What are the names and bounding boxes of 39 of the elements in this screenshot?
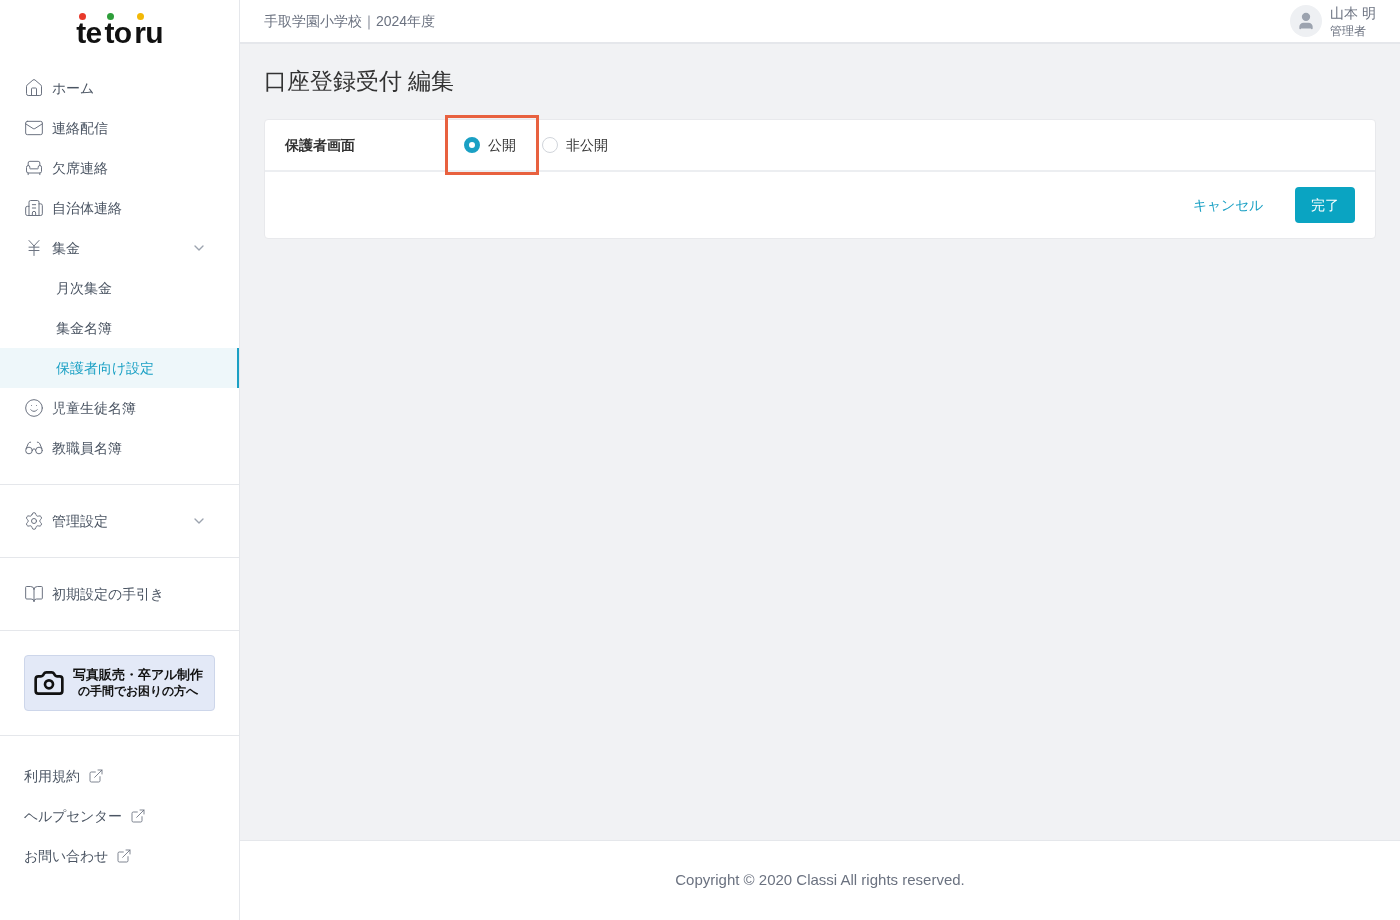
settings-icon <box>24 511 44 531</box>
banner-subtitle: の手間でお困りの方へ <box>78 683 198 699</box>
page-title: 口座登録受付 編集 <box>264 67 456 96</box>
smile-icon <box>24 398 44 418</box>
nav-item[interactable]: 教職員名簿 <box>0 428 239 468</box>
nav-subitem[interactable]: 集金名簿 <box>0 308 239 348</box>
promo-banner[interactable]: 写真販売・卒アル制作 の手間でお困りの方へ <box>24 655 215 711</box>
nav-item[interactable]: 連絡配信 <box>0 108 239 148</box>
radio-button[interactable] <box>542 136 558 153</box>
external-link-icon <box>130 808 146 824</box>
nav-item[interactable]: 初期設定の手引き <box>0 574 239 614</box>
nav-item[interactable]: 欠席連絡 <box>0 148 239 188</box>
nav-item[interactable]: 管理設定 <box>0 501 239 541</box>
logo[interactable]: tetoru <box>76 13 163 48</box>
nav-subitem[interactable]: 月次集金 <box>0 268 239 308</box>
avatar-icon[interactable] <box>1290 5 1323 37</box>
banner-title: 写真販売・卒アル制作 <box>73 667 203 684</box>
mail-icon <box>24 118 44 138</box>
home-icon <box>24 78 44 98</box>
building-icon <box>24 198 44 218</box>
field-label: 保護者画面 <box>285 135 356 155</box>
user-name: 山本 明 <box>1330 4 1376 23</box>
nav-item[interactable]: ホーム <box>0 68 239 108</box>
external-link[interactable]: ヘルプセンター <box>24 796 215 836</box>
nav-item[interactable]: 集金 <box>0 228 239 268</box>
external-link-icon <box>88 768 104 784</box>
book-icon <box>24 584 44 604</box>
nav-item[interactable]: 児童生徒名簿 <box>0 388 239 428</box>
school-year: 手取学園小学校｜2024年度 <box>264 12 436 31</box>
user-role: 管理者 <box>1330 23 1368 39</box>
radio-option[interactable]: 非公開 <box>539 114 631 175</box>
nav-item[interactable]: 自治体連絡 <box>0 188 239 228</box>
chair-icon <box>24 158 44 178</box>
copyright-text: Copyright © 2020 Classi All rights reserved. <box>675 870 965 891</box>
external-link[interactable]: お問い合わせ <box>24 836 215 876</box>
external-link-icon <box>116 848 132 864</box>
external-link[interactable]: 利用規約 <box>24 756 215 796</box>
radio-option[interactable]: 公開 <box>445 114 539 175</box>
radio-button[interactable] <box>464 136 480 153</box>
